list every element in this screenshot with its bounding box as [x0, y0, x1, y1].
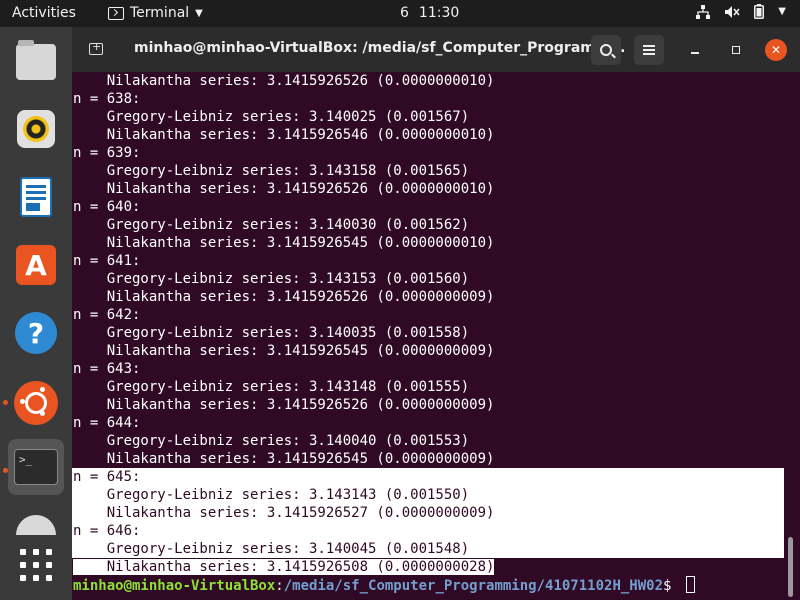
- app-menu-label: Terminal: [130, 5, 190, 21]
- terminal-lines: Nilakantha series: 3.1415926526 (0.00000…: [72, 72, 784, 468]
- terminal-line: Gregory-Leibniz series: 3.140025 (0.0015…: [73, 109, 470, 125]
- libreoffice-writer-icon: [20, 177, 52, 217]
- terminal-line: n = 643:: [73, 361, 141, 377]
- clock-day: 6: [400, 5, 409, 21]
- app-menu[interactable]: Terminal ▼: [108, 5, 203, 21]
- terminal-line: n = 640:: [73, 199, 141, 215]
- activities-button[interactable]: Activities: [12, 5, 76, 21]
- terminal-line: Nilakantha series: 3.1415926545 (0.00000…: [73, 451, 495, 467]
- new-tab-icon: [89, 40, 103, 55]
- prompt-separator: :: [275, 578, 284, 594]
- dock-rhythmbox[interactable]: [8, 101, 64, 157]
- scrollbar[interactable]: [788, 537, 793, 597]
- terminal-line-selected: n = 646:: [72, 522, 784, 540]
- system-tray[interactable]: ▼: [696, 4, 786, 19]
- terminal-line: n = 641:: [73, 253, 141, 269]
- terminal-prompt[interactable]: minhao@minhao-VirtualBox:/media/sf_Compu…: [72, 576, 784, 594]
- close-button[interactable]: ✕: [765, 39, 787, 61]
- terminal-line: Gregory-Leibniz series: 3.140040 (0.0015…: [73, 433, 470, 449]
- prompt-path: /media/sf_Computer_Programming/41071102H…: [283, 578, 664, 594]
- new-tab-button[interactable]: [84, 37, 108, 61]
- help-icon: ?: [15, 312, 57, 354]
- selected-text: Nilakantha series: 3.1415926508 (0.00000…: [73, 559, 495, 575]
- dock-terminal[interactable]: >_: [8, 439, 64, 495]
- terminal-window: minhao@minhao-VirtualBox: /media/sf_Comp…: [72, 27, 800, 600]
- files-icon: [16, 40, 56, 80]
- prompt-symbol: $: [663, 578, 680, 594]
- window-titlebar[interactable]: minhao@minhao-VirtualBox: /media/sf_Comp…: [72, 27, 800, 72]
- dock-files[interactable]: [8, 34, 64, 90]
- show-applications-icon[interactable]: [20, 549, 52, 581]
- terminal-line: Nilakantha series: 3.1415926526 (0.00000…: [73, 181, 495, 197]
- prompt-user: minhao@minhao-VirtualBox: [73, 578, 276, 594]
- terminal-line: Nilakantha series: 3.1415926546 (0.00000…: [73, 127, 495, 143]
- volume-muted-icon: [725, 5, 740, 18]
- maximize-button[interactable]: [725, 39, 747, 61]
- terminal-line: n = 639:: [73, 145, 141, 161]
- terminal-line: Gregory-Leibniz series: 3.143158 (0.0015…: [73, 163, 470, 179]
- terminal-line: Gregory-Leibniz series: 3.143153 (0.0015…: [73, 271, 470, 287]
- minimize-button[interactable]: [684, 39, 706, 61]
- terminal-line: Nilakantha series: 3.1415926545 (0.00000…: [73, 343, 495, 359]
- cursor: [685, 576, 695, 593]
- terminal-selected-lines: n = 645: Gregory-Leibniz series: 3.14314…: [72, 468, 784, 558]
- maximize-icon: [732, 46, 740, 54]
- terminal-line: Nilakantha series: 3.1415926545 (0.00000…: [73, 235, 495, 251]
- terminal-icon: >_: [14, 449, 58, 485]
- terminal-line-selected: n = 645:: [72, 468, 784, 486]
- caret-down-icon: ▼: [195, 7, 203, 19]
- ubuntu-logo-icon: [14, 381, 58, 425]
- terminal-small-icon: [108, 6, 124, 20]
- dock-libreoffice-writer[interactable]: [8, 169, 64, 225]
- dock: A ? >_: [0, 27, 72, 600]
- window-title: minhao@minhao-VirtualBox: /media/sf_Comp…: [134, 40, 626, 56]
- terminal-line-selected: Gregory-Leibniz series: 3.143143 (0.0015…: [72, 486, 784, 504]
- rhythmbox-icon: [17, 110, 55, 148]
- terminal-line: Gregory-Leibniz series: 3.140030 (0.0015…: [73, 217, 470, 233]
- dock-help[interactable]: ?: [8, 305, 64, 361]
- search-icon: [600, 44, 612, 56]
- dock-ubuntu[interactable]: [8, 375, 64, 431]
- clock-time: 11:30: [418, 5, 460, 21]
- menu-button[interactable]: [634, 35, 664, 65]
- network-icon: [696, 4, 711, 19]
- terminal-line: Nilakantha series: 3.1415926526 (0.00000…: [73, 73, 495, 89]
- terminal-line: Gregory-Leibniz series: 3.140035 (0.0015…: [73, 325, 470, 341]
- minimize-icon: [691, 52, 699, 54]
- terminal-line: n = 644:: [73, 415, 141, 431]
- terminal-line: n = 638:: [73, 91, 141, 107]
- terminal-line: Gregory-Leibniz series: 3.143148 (0.0015…: [73, 379, 470, 395]
- terminal-line: Nilakantha series: 3.1415926526 (0.00000…: [73, 397, 495, 413]
- terminal-output[interactable]: Nilakantha series: 3.1415926526 (0.00000…: [72, 72, 784, 600]
- terminal-line: n = 642:: [73, 307, 141, 323]
- system-menu-caret-icon: ▼: [778, 6, 786, 17]
- search-button[interactable]: [591, 35, 621, 65]
- battery-icon: [754, 4, 765, 19]
- hamburger-icon: [643, 49, 655, 51]
- ubuntu-software-icon: A: [16, 245, 56, 285]
- terminal-line: Nilakantha series: 3.1415926508 (0.00000…: [72, 558, 784, 576]
- dock-ubuntu-software[interactable]: A: [8, 237, 64, 293]
- clock[interactable]: 6 11:30: [400, 5, 459, 21]
- terminal-line-selected: Nilakantha series: 3.1415926527 (0.00000…: [72, 504, 784, 522]
- terminal-line: Nilakantha series: 3.1415926526 (0.00000…: [73, 289, 495, 305]
- top-bar: Activities Terminal ▼ 6 11:30 ▼: [0, 0, 800, 27]
- terminal-line-selected: Gregory-Leibniz series: 3.140045 (0.0015…: [72, 540, 784, 558]
